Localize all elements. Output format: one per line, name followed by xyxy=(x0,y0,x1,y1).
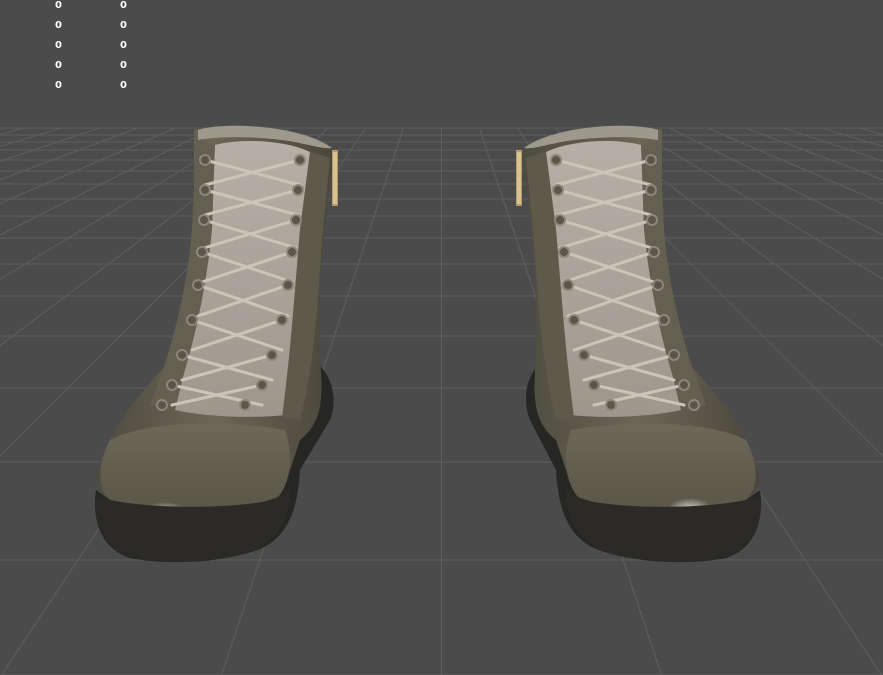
stat-value: 0 xyxy=(120,20,127,31)
right-boot-zipper xyxy=(516,150,522,206)
stat-value: 0 xyxy=(120,80,127,91)
3d-viewport[interactable]: 0000000000 xyxy=(0,0,883,675)
stat-value: 0 xyxy=(120,60,127,71)
stat-value: 0 xyxy=(55,80,62,91)
stat-row: 00 xyxy=(0,20,200,40)
right-boot[interactable] xyxy=(516,125,761,563)
stat-row: 00 xyxy=(0,60,200,80)
stat-value: 0 xyxy=(55,20,62,31)
stat-value: 0 xyxy=(55,60,62,71)
left-boot-toe-cap xyxy=(100,423,290,512)
stats-overlay: 0000000000 xyxy=(0,0,200,100)
right-boot-toe-cap xyxy=(566,423,756,512)
boots-model[interactable] xyxy=(0,0,883,675)
stat-row: 00 xyxy=(0,0,200,20)
left-boot[interactable] xyxy=(95,125,338,563)
stat-value: 0 xyxy=(120,40,127,51)
stat-row: 00 xyxy=(0,80,200,100)
stat-value: 0 xyxy=(55,40,62,51)
stat-row: 00 xyxy=(0,40,200,60)
stat-value: 0 xyxy=(120,0,127,11)
left-boot-zipper xyxy=(332,150,338,206)
stat-value: 0 xyxy=(55,0,62,11)
